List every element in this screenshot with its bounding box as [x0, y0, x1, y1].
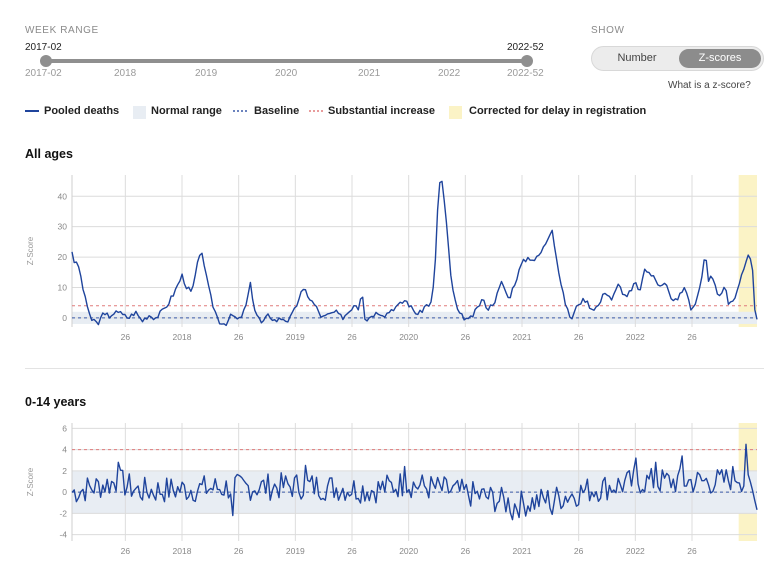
- slider-year-2019: 2019: [195, 68, 218, 79]
- axis-end-label: 2022-52: [507, 68, 544, 79]
- x-tick-label: 26: [121, 332, 131, 342]
- legend-normal-swatch: [133, 106, 146, 119]
- legend-corrected-swatch: [449, 106, 462, 119]
- range-start-label: 2017-02: [25, 42, 62, 53]
- x-tick-label: 2022: [626, 332, 645, 342]
- show-title: SHOW: [591, 25, 625, 36]
- x-tick-label: 2018: [173, 332, 192, 342]
- x-tick-label: 26: [121, 546, 131, 556]
- y-tick-label: 0: [62, 313, 67, 323]
- chart-title-0-14: 0-14 years: [25, 395, 87, 409]
- y-tick-label: 0: [62, 487, 67, 497]
- x-tick-label: 2019: [286, 332, 305, 342]
- legend-baseline-label: Baseline: [254, 105, 300, 117]
- all-ages-chart: 0 10 20 30 40 26 2018 26 2019 26 2020 26 2021 26 2022 2…: [26, 175, 758, 342]
- week-range-title: WEEK RANGE: [25, 25, 99, 36]
- legend-substantial-swatch: [309, 110, 323, 112]
- x-tick-label: 2022: [626, 546, 645, 556]
- range-end-handle[interactable]: [521, 55, 533, 67]
- y-axis-title: Z-Score: [26, 236, 35, 265]
- range-end-label: 2022-52: [507, 42, 544, 53]
- y-tick-label: 30: [58, 222, 68, 232]
- y-tick-label: -4: [59, 530, 67, 540]
- chart-title-all-ages: All ages: [25, 147, 73, 161]
- x-tick-label: 2020: [399, 546, 418, 556]
- y-axis-title: Z-Score: [26, 467, 35, 496]
- legend-baseline-swatch: [233, 110, 247, 112]
- x-tick-label: 26: [574, 546, 584, 556]
- x-tick-label: 2019: [286, 546, 305, 556]
- x-tick-label: 26: [461, 332, 471, 342]
- number-option-button[interactable]: Number: [596, 49, 678, 68]
- x-tick-label: 26: [347, 332, 357, 342]
- week-range-slider[interactable]: [46, 59, 527, 63]
- legend-corrected-label: Corrected for delay in registration: [469, 105, 647, 117]
- x-tick-label: 26: [687, 332, 697, 342]
- y-tick-label: 10: [58, 282, 68, 292]
- x-tick-label: 2021: [513, 546, 532, 556]
- x-tick-label: 2020: [399, 332, 418, 342]
- x-tick-label: 26: [461, 546, 471, 556]
- zscores-option-button[interactable]: Z-scores: [679, 49, 761, 68]
- legend-pooled-label: Pooled deaths: [44, 105, 120, 117]
- x-tick-label: 26: [574, 332, 584, 342]
- slider-year-2021: 2021: [358, 68, 381, 79]
- legend-substantial-label: Substantial increase: [328, 105, 435, 117]
- x-tick-label: 26: [347, 546, 357, 556]
- y-tick-label: -2: [59, 508, 67, 518]
- x-tick-label: 2021: [513, 332, 532, 342]
- x-tick-label: 26: [234, 546, 244, 556]
- slider-year-2022: 2022: [438, 68, 461, 79]
- x-tick-label: 26: [687, 546, 697, 556]
- 0-14-years-chart: -4 -2 0 2 4 6 26 2018 26 2019 26 2020 26 2021 26 2022 26…: [26, 423, 758, 556]
- legend-line-swatch: [25, 110, 39, 112]
- slider-year-2018: 2018: [114, 68, 137, 79]
- y-tick-label: 40: [58, 191, 68, 201]
- show-toggle: Number Z-scores: [591, 46, 764, 71]
- panel-divider: [25, 368, 764, 369]
- y-tick-label: 2: [62, 466, 67, 476]
- x-tick-label: 26: [234, 332, 244, 342]
- y-tick-label: 4: [62, 445, 67, 455]
- zscore-help-link[interactable]: What is a z-score?: [668, 80, 751, 91]
- slider-year-2020: 2020: [275, 68, 298, 79]
- legend-normal-label: Normal range: [151, 105, 222, 117]
- range-start-handle[interactable]: [40, 55, 52, 67]
- y-tick-label: 6: [62, 423, 67, 433]
- y-tick-label: 20: [58, 252, 68, 262]
- x-tick-label: 2018: [173, 546, 192, 556]
- pooled-deaths-line: [71, 180, 758, 327]
- axis-start-label: 2017-02: [25, 68, 62, 79]
